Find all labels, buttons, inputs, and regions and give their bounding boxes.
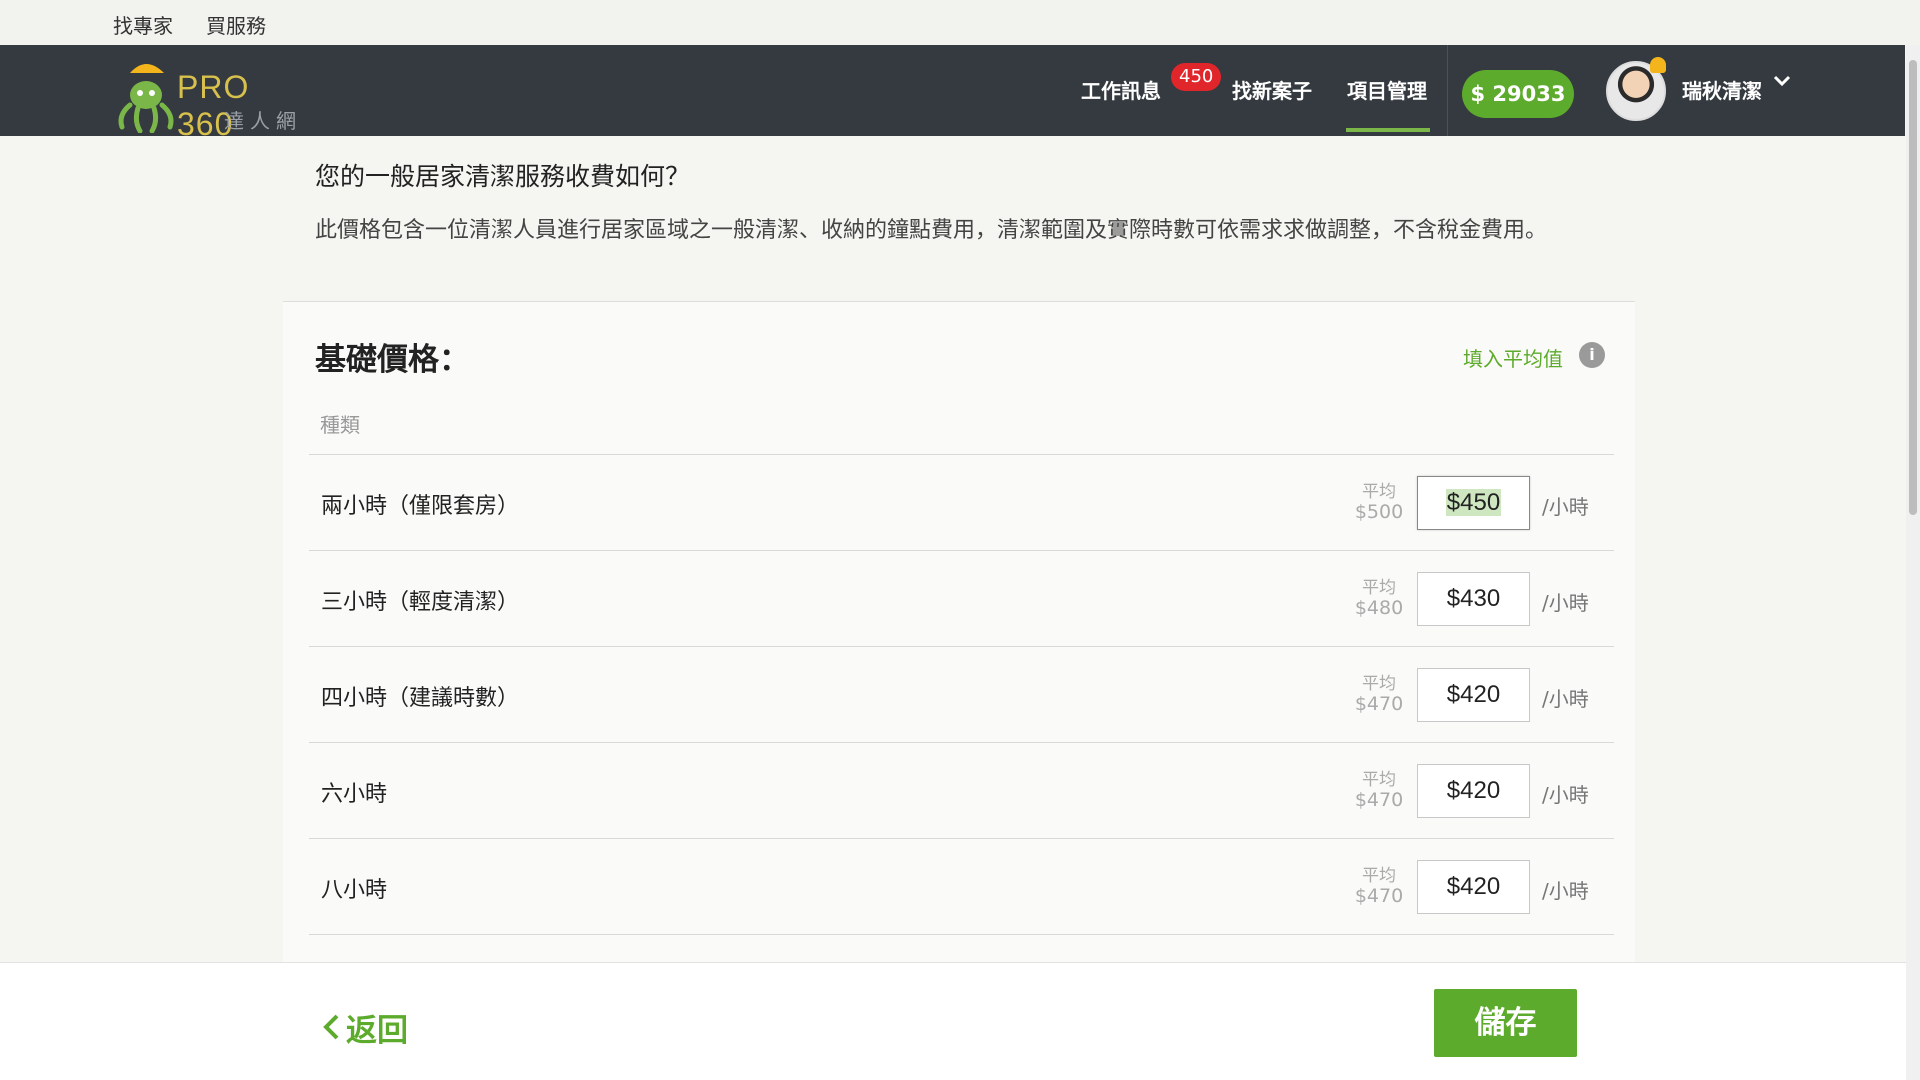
- buy-service-link[interactable]: 買服務: [206, 10, 266, 39]
- top-bar: 找專家 買服務: [0, 0, 1920, 45]
- brand-subtitle: 達人網: [224, 109, 302, 133]
- messages-count-badge: 450: [1171, 63, 1222, 91]
- average-price: 平均 $470: [1354, 770, 1404, 811]
- nav-active-indicator: [1346, 128, 1430, 132]
- nav-divider: [1447, 45, 1448, 136]
- octopus-mascot-icon: [118, 64, 174, 134]
- row-label: 兩小時（僅限套房）: [321, 494, 520, 519]
- row-label: 八小時: [321, 878, 388, 903]
- unit-label: /小時: [1542, 879, 1589, 903]
- price-input[interactable]: $450: [1417, 476, 1530, 530]
- page-description: 此價格包含一位清潔人員進行居家區域之一般清潔、收納的鐘點費用，清潔範圍及實際時數…: [315, 218, 1548, 243]
- user-name[interactable]: 瑞秋清潔: [1682, 75, 1762, 104]
- save-button[interactable]: 儲存: [1434, 989, 1577, 1057]
- unit-label: /小時: [1542, 591, 1589, 615]
- main-navbar: PRO 360 達人網 工作訊息 450 找新案子 項目管理 $ 29033 瑞…: [0, 45, 1905, 142]
- price-input[interactable]: $430: [1417, 572, 1530, 626]
- credit-balance-button[interactable]: $ 29033: [1462, 70, 1574, 118]
- unit-label: /小時: [1542, 687, 1589, 711]
- average-price: 平均 $480: [1354, 578, 1404, 619]
- average-price: 平均 $500: [1354, 482, 1404, 523]
- price-input[interactable]: $420: [1417, 764, 1530, 818]
- average-price: 平均 $470: [1354, 866, 1404, 907]
- fill-average-link[interactable]: 填入平均值: [1463, 343, 1563, 372]
- price-row: 兩小時（僅限套房） 平均 $500 $450 /小時: [309, 454, 1614, 550]
- row-label: 六小時: [321, 782, 388, 807]
- row-label: 四小時（建議時數）: [321, 686, 520, 711]
- section-title: 基礎價格：: [315, 342, 470, 378]
- price-row: 三小時（輕度清潔） 平均 $480 $430 /小時: [309, 550, 1614, 646]
- page-scrollbar[interactable]: [1906, 45, 1920, 1080]
- nav-item-find-cases[interactable]: 找新案子: [1232, 75, 1312, 104]
- price-input[interactable]: $420: [1417, 668, 1530, 722]
- average-price: 平均 $470: [1354, 674, 1404, 715]
- chevron-down-icon[interactable]: [1772, 71, 1792, 96]
- price-row: 八小時 平均 $470 $420 /小時: [309, 838, 1614, 934]
- price-row: 六小時 平均 $470 $420 /小時: [309, 742, 1614, 838]
- find-expert-link[interactable]: 找專家: [113, 10, 173, 39]
- nav-item-project-management[interactable]: 項目管理: [1347, 75, 1427, 104]
- type-column-header: 種類: [320, 413, 360, 437]
- row-label: 三小時（輕度清潔）: [321, 590, 520, 615]
- scrollbar-thumb[interactable]: [1909, 60, 1917, 515]
- unit-label: /小時: [1542, 495, 1589, 519]
- info-icon[interactable]: i: [1579, 342, 1605, 368]
- bell-icon[interactable]: [1650, 57, 1666, 73]
- price-row: 四小時（建議時數） 平均 $470 $420 /小時: [309, 646, 1614, 742]
- brand-logo[interactable]: PRO 360 達人網: [112, 53, 312, 142]
- chevron-left-icon: [322, 1013, 340, 1049]
- unit-label: /小時: [1542, 783, 1589, 807]
- footer-bar: 返回 儲存: [0, 962, 1906, 1080]
- price-input[interactable]: $420: [1417, 860, 1530, 914]
- page-question: 您的一般居家清潔服務收費如何？: [315, 162, 691, 191]
- nav-item-messages[interactable]: 工作訊息: [1081, 75, 1161, 104]
- divider: [309, 934, 1614, 935]
- back-button[interactable]: 返回: [322, 1005, 408, 1050]
